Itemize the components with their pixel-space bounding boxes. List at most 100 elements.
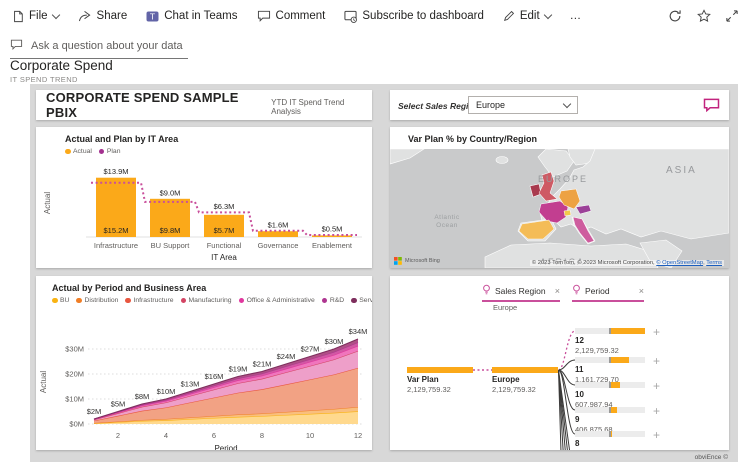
legend-item[interactable]: Infrastructure: [125, 297, 173, 304]
toolbar-more-options-button[interactable]: …: [570, 10, 582, 22]
legend-item[interactable]: Services: [351, 297, 372, 304]
svg-text:$5.7M: $5.7M: [214, 226, 235, 235]
svg-text:$8M: $8M: [135, 392, 150, 401]
svg-text:IT Area: IT Area: [211, 253, 237, 262]
terms-link[interactable]: Terms: [706, 260, 722, 266]
legend-dot: [181, 298, 187, 304]
actual-plan-bar-chart[interactable]: Actual$15.2M$13.9MInfrastructure$9.8M$9.…: [36, 155, 372, 268]
svg-text:$2M: $2M: [87, 407, 102, 416]
svg-text:$1.6M: $1.6M: [268, 220, 289, 229]
legend-dot: [351, 298, 357, 304]
tree-child-node-11[interactable]: 111,161,729.70: [575, 357, 655, 384]
comment-bubble-icon[interactable]: [703, 98, 720, 117]
toolbar-file-button[interactable]: File: [12, 10, 59, 23]
slicer-label: Select Sales Region: [398, 101, 479, 111]
openstreetmap-link[interactable]: © OpenStreetMap: [656, 260, 703, 266]
toolbar-edit-button[interactable]: Edit: [503, 10, 551, 22]
map-label-atlantic: Atlantic: [434, 214, 460, 221]
lightbulb-icon: [482, 284, 491, 297]
expand-node-icon[interactable]: +: [653, 356, 660, 366]
svg-text:Enablement: Enablement: [312, 241, 353, 250]
star-icon[interactable]: [697, 9, 711, 23]
tree-field-filter-value: Europe: [493, 303, 517, 312]
tree-field-sales-region[interactable]: Sales Region ×: [482, 284, 560, 302]
decomposition-tree-card: Sales Region × Europe Period × Var Plan …: [390, 276, 729, 450]
legend-item[interactable]: Plan: [99, 148, 121, 155]
toolbar-chat-in-teams-button[interactable]: TChat in Teams: [146, 10, 237, 23]
legend-item[interactable]: BU: [52, 297, 69, 304]
svg-text:$30M: $30M: [325, 337, 344, 346]
teams-icon: T: [146, 10, 159, 23]
svg-text:$13.9M: $13.9M: [103, 167, 128, 176]
toolbar-window-actions: [668, 9, 738, 23]
svg-text:8: 8: [260, 431, 264, 440]
svg-text:Period: Period: [214, 444, 237, 450]
svg-text:$5M: $5M: [111, 400, 126, 409]
qna-bar[interactable]: [10, 37, 188, 59]
report-subtitle: YTD IT Spend Trend Analysis: [271, 98, 372, 116]
expand-node-icon[interactable]: +: [653, 406, 660, 416]
tree-level2-node[interactable]: Europe 2,129,759.32: [492, 367, 562, 394]
legend-item[interactable]: Manufacturing: [181, 297, 232, 304]
file-icon: [12, 10, 24, 23]
remove-field-icon[interactable]: ×: [639, 286, 644, 296]
legend-item[interactable]: Office & Administrative: [239, 297, 315, 304]
lightbulb-icon: [572, 284, 581, 297]
tree-field-period[interactable]: Period ×: [572, 284, 644, 302]
bing-map[interactable]: EUROPE ASIA AFRICA Atlantic Ocean Micros…: [390, 149, 729, 268]
subscribe-icon: [344, 10, 357, 23]
legend-dot: [322, 298, 328, 304]
expand-icon[interactable]: [726, 10, 738, 22]
legend-item[interactable]: Distribution: [76, 297, 118, 304]
actual-by-period-area-chart[interactable]: $0M$10M$20M$30MActual$2M$5M$8M$10M$13M$1…: [36, 304, 372, 450]
chevron-down-icon: [563, 99, 571, 107]
expand-node-icon[interactable]: +: [653, 327, 660, 337]
legend-dot: [99, 149, 105, 155]
svg-text:$10M: $10M: [65, 395, 84, 404]
qna-input[interactable]: [29, 39, 185, 53]
svg-text:Infrastructure: Infrastructure: [94, 241, 138, 250]
toolbar-subscribe-to-dashboard-button[interactable]: Subscribe to dashboard: [344, 10, 483, 23]
qna-bubble-icon: [10, 37, 23, 55]
remove-field-icon[interactable]: ×: [555, 286, 560, 296]
svg-text:$0M: $0M: [69, 420, 84, 429]
expand-node-icon[interactable]: +: [653, 430, 660, 440]
legend-item[interactable]: Actual: [65, 148, 92, 155]
legend-item[interactable]: R&D: [322, 297, 344, 304]
visual-title: Actual by Period and Business Area: [36, 276, 372, 293]
svg-text:$0.5M: $0.5M: [322, 225, 343, 234]
svg-text:$9.0M: $9.0M: [160, 188, 181, 197]
bar-governance[interactable]: [258, 231, 298, 237]
svg-text:$34M: $34M: [349, 327, 368, 336]
share-icon: [78, 10, 92, 22]
bar-chart-legend: Actual Plan: [36, 148, 372, 155]
tree-child-node-12[interactable]: 122,129,759.32: [575, 328, 655, 355]
region-slicer-card: Select Sales Region Europe: [390, 90, 729, 120]
report-title-card: CORPORATE SPEND SAMPLE PBIX YTD IT Spend…: [36, 90, 372, 120]
tree-child-node-10[interactable]: 10607,987.94: [575, 382, 655, 409]
tree-root-node[interactable]: Var Plan 2,129,759.32: [407, 367, 477, 394]
report-title: CORPORATE SPEND SAMPLE PBIX: [46, 90, 265, 120]
sales-region-value: Europe: [476, 100, 505, 110]
map-label-europe: EUROPE: [538, 174, 588, 184]
toolbar-share-button[interactable]: Share: [78, 10, 128, 22]
sales-region-dropdown[interactable]: Europe: [468, 96, 578, 114]
bar-enablement[interactable]: [312, 235, 352, 237]
svg-text:Actual: Actual: [39, 371, 48, 393]
refresh-icon[interactable]: [668, 9, 682, 23]
svg-text:BU Support: BU Support: [151, 241, 191, 250]
tree-child-node-8[interactable]: 830,184.38: [575, 431, 655, 450]
area-chart-legend: BU Distribution Infrastructure Manufacturin…: [36, 297, 372, 304]
map-attribution: © 2023 TomTom, © 2023 Microsoft Corporat…: [530, 260, 724, 266]
expand-node-icon[interactable]: +: [653, 381, 660, 391]
watermark: obviEnce ©: [695, 454, 728, 461]
svg-text:$10M: $10M: [157, 387, 176, 396]
legend-dot: [52, 298, 58, 304]
tree-child-node-9[interactable]: 9406,875.68: [575, 407, 655, 434]
svg-text:10: 10: [306, 431, 314, 440]
toolbar-comment-button[interactable]: Comment: [257, 10, 326, 22]
svg-text:$20M: $20M: [65, 370, 84, 379]
toolbar: File Share TChat in Teams Comment Subscribe …: [0, 0, 750, 32]
svg-text:Actual: Actual: [43, 192, 52, 214]
svg-text:$19M: $19M: [229, 365, 248, 374]
